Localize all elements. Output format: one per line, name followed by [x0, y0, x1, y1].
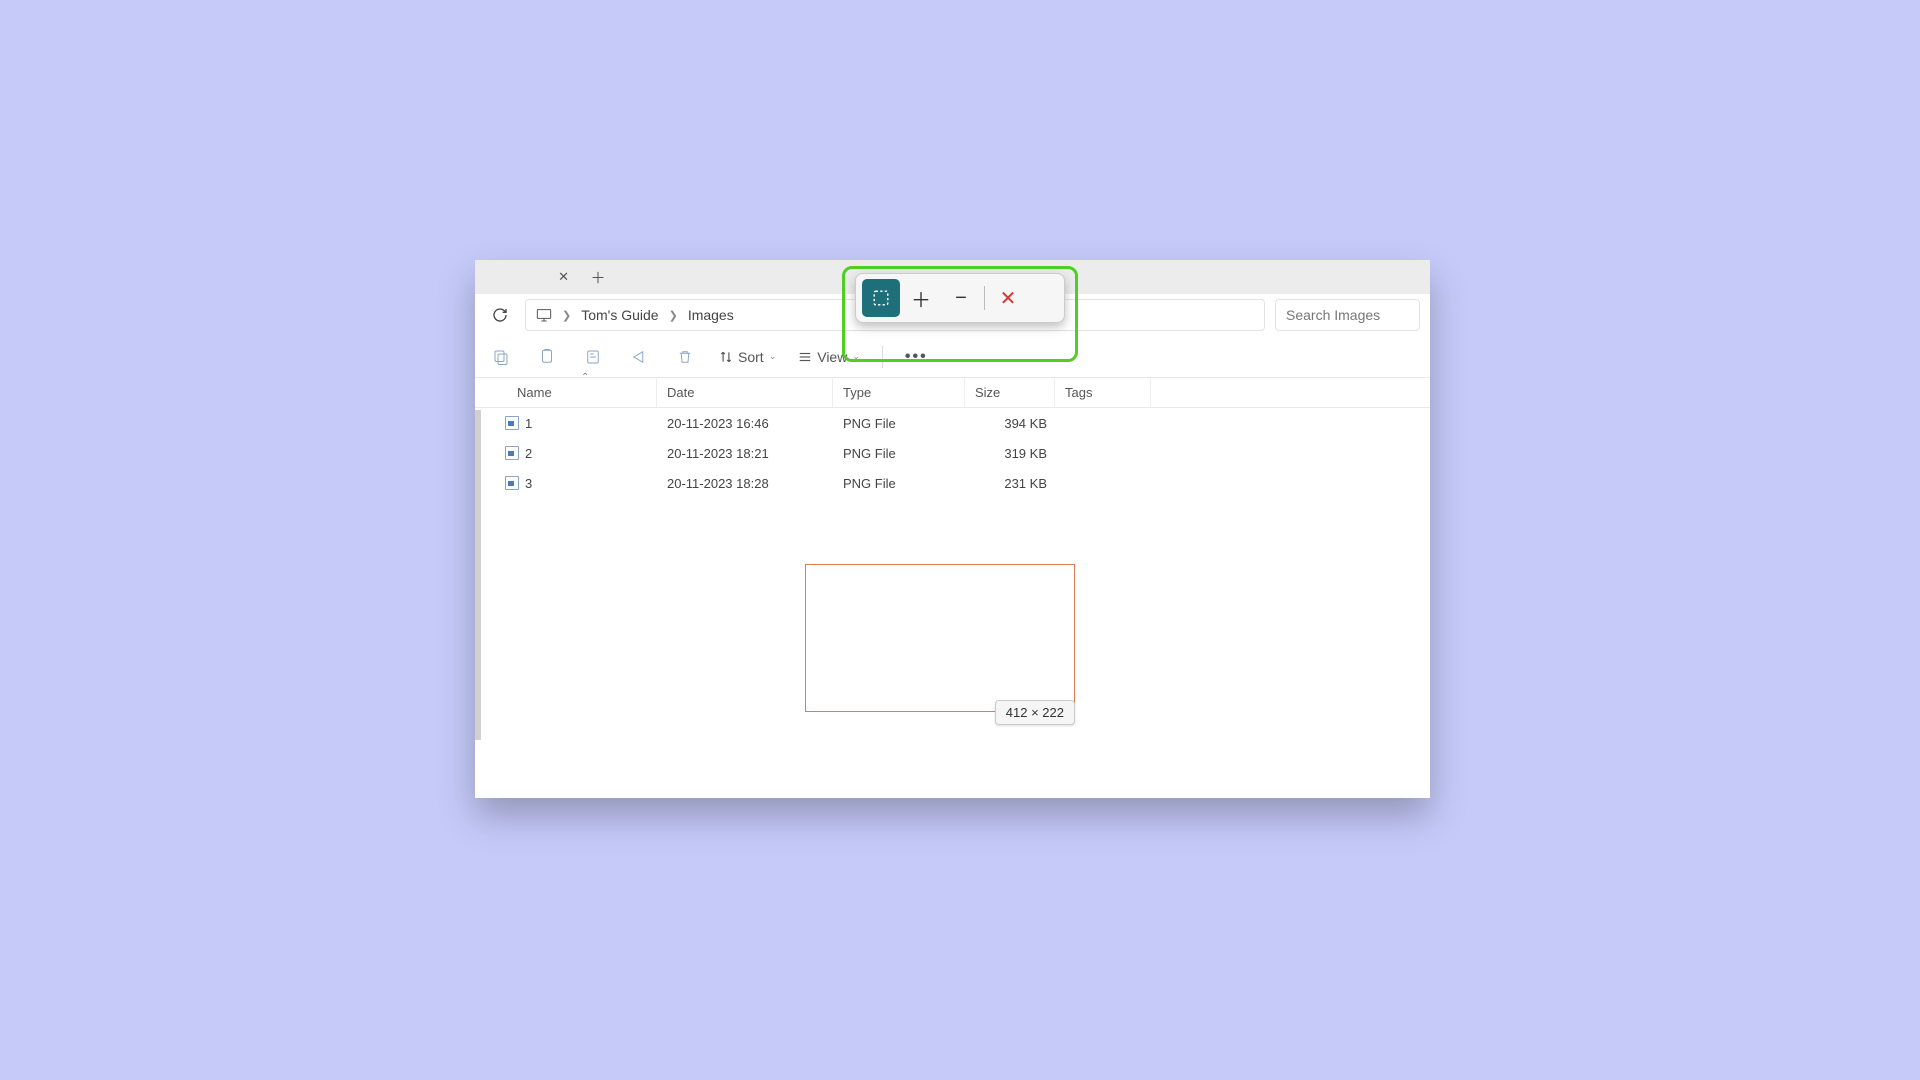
file-date: 20-11-2023 18:28 [657, 476, 833, 491]
trash-icon [676, 348, 694, 366]
snip-selection-rect[interactable]: 412 × 222 [805, 564, 1075, 712]
new-tab-button[interactable]: ＋ [583, 267, 613, 288]
share-icon [630, 348, 648, 366]
table-row[interactable]: 3 20-11-2023 18:28 PNG File 231 KB [475, 468, 1430, 498]
tab-current[interactable]: ✕ [489, 263, 579, 291]
chevron-right-icon: ❯ [562, 309, 571, 322]
plus-icon: ＋ [911, 284, 931, 313]
close-icon: ✕ [1000, 286, 1017, 311]
cut-icon [492, 348, 510, 366]
copy-icon [538, 348, 556, 366]
table-row[interactable]: 2 20-11-2023 18:21 PNG File 319 KB [475, 438, 1430, 468]
file-icon [505, 446, 519, 460]
column-header-date[interactable]: Date [657, 378, 833, 407]
sort-label: Sort [738, 349, 764, 365]
snip-close-button[interactable]: ✕ [989, 279, 1027, 317]
file-size: 319 KB [965, 446, 1055, 461]
file-type: PNG File [833, 416, 965, 431]
file-icon [505, 476, 519, 490]
sort-icon [719, 350, 733, 364]
file-size: 231 KB [965, 476, 1055, 491]
file-name: 1 [525, 416, 532, 431]
snip-rectangle-button[interactable] [862, 279, 900, 317]
cut-button[interactable] [489, 345, 513, 369]
highlight-box: ＋ − ✕ [842, 266, 1078, 362]
paste-icon [584, 348, 602, 366]
view-icon [798, 350, 812, 364]
snipping-toolbar: ＋ − ✕ [855, 273, 1065, 323]
column-headers: ⌃ Name Date Type Size Tags [475, 378, 1430, 408]
search-placeholder: Search Images [1286, 307, 1380, 323]
table-row[interactable]: 1 20-11-2023 16:46 PNG File 394 KB [475, 408, 1430, 438]
column-header-tags[interactable]: Tags [1055, 378, 1151, 407]
file-date: 20-11-2023 18:21 [657, 446, 833, 461]
share-button[interactable] [627, 345, 651, 369]
scrollbar[interactable] [475, 410, 481, 740]
sort-button[interactable]: Sort ⌄ [719, 349, 776, 365]
column-header-type[interactable]: Type [833, 378, 965, 407]
column-header-name[interactable]: Name [475, 378, 657, 407]
minus-icon: − [955, 287, 967, 310]
chevron-right-icon: ❯ [669, 309, 678, 322]
snip-new-button[interactable]: ＋ [902, 279, 940, 317]
snip-minus-button[interactable]: − [942, 279, 980, 317]
copy-button[interactable] [535, 345, 559, 369]
file-name: 2 [525, 446, 532, 461]
file-date: 20-11-2023 16:46 [657, 416, 833, 431]
column-header-size[interactable]: Size [965, 378, 1055, 407]
breadcrumb-part[interactable]: Images [688, 307, 734, 323]
file-list: 1 20-11-2023 16:46 PNG File 394 KB 2 20-… [475, 408, 1430, 798]
sort-indicator-icon: ⌃ [581, 372, 589, 383]
file-type: PNG File [833, 446, 965, 461]
search-input[interactable]: Search Images [1275, 299, 1420, 331]
selection-dimensions: 412 × 222 [995, 700, 1075, 725]
refresh-button[interactable] [485, 300, 515, 330]
file-name: 3 [525, 476, 532, 491]
paste-button[interactable] [581, 345, 605, 369]
rectangle-snip-icon [872, 289, 890, 307]
file-icon [505, 416, 519, 430]
refresh-icon [492, 307, 508, 323]
pc-icon [536, 308, 552, 322]
plus-icon: ＋ [590, 267, 605, 288]
chevron-down-icon: ⌄ [769, 351, 777, 362]
file-size: 394 KB [965, 416, 1055, 431]
delete-button[interactable] [673, 345, 697, 369]
file-type: PNG File [833, 476, 965, 491]
breadcrumb-part[interactable]: Tom's Guide [581, 307, 658, 323]
divider [984, 286, 985, 310]
close-icon[interactable]: ✕ [558, 269, 569, 285]
